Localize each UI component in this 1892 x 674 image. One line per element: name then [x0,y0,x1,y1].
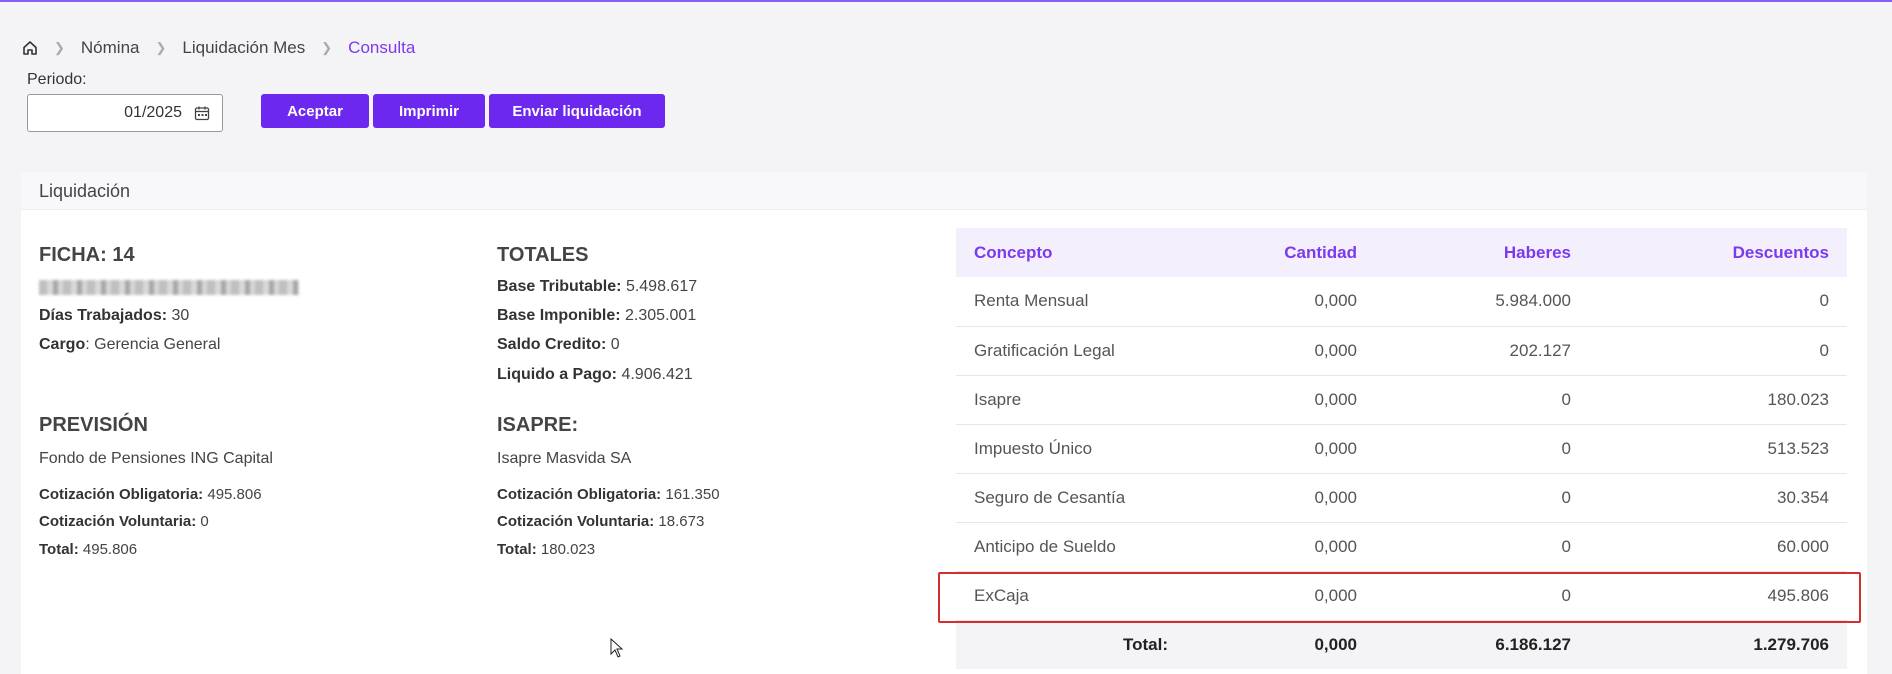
prevision-cotizacion-obligatoria: Cotización Obligatoria: 495.806 [39,486,262,503]
col-header-descuentos: Descuentos [1589,228,1847,277]
aceptar-button[interactable]: Aceptar [261,94,369,128]
dias-trabajados: Días Trabajados: 30 [39,307,190,324]
cell-descuentos: 180.023 [1589,375,1847,425]
isapre-total: Total: 180.023 [497,541,596,558]
isapre-cotizacion-obligatoria: Cotización Obligatoria: 161.350 [497,486,720,503]
col-header-cantidad: Cantidad [1186,228,1375,277]
table-total-row: Total: 0,000 6.186.127 1.279.706 [956,620,1847,669]
cell-descuentos: 0 [1589,277,1847,327]
home-icon[interactable] [22,40,38,56]
total-descuentos: 1.279.706 [1589,620,1847,669]
ficha-title: FICHA: 14 [39,244,135,266]
liquidacion-table: Concepto Cantidad Haberes Descuentos Ren… [956,228,1847,669]
col-header-haberes: Haberes [1375,228,1589,277]
mouse-cursor-icon [610,638,624,658]
base-tributable: Base Tributable: 5.498.617 [497,278,698,295]
isapre-cotizacion-voluntaria: Cotización Voluntaria: 18.673 [497,513,705,530]
cell-cantidad: 0,000 [1186,277,1375,327]
liquidacion-card: Liquidación FICHA: 14 Días Trabajados: 3… [21,172,1867,674]
periodo-input[interactable]: 01/2025 [27,94,223,132]
cell-haberes: 0 [1375,522,1589,572]
total-cantidad: 0,000 [1186,620,1375,669]
prevision-title: PREVISIÓN [39,414,148,436]
cell-descuentos: 60.000 [1589,522,1847,572]
cell-cantidad: 0,000 [1186,326,1375,376]
cell-concepto: Renta Mensual [956,277,1186,327]
isapre-name: Isapre Masvida SA [497,450,632,467]
prevision-total: Total: 495.806 [39,541,138,558]
cell-haberes: 0 [1375,375,1589,425]
breadcrumb: ❯ Nómina ❯ Liquidación Mes ❯ Consulta [22,38,415,58]
cargo: Cargo: Gerencia General [39,336,221,353]
breadcrumb-item-liquidacion-mes[interactable]: Liquidación Mes [182,38,305,58]
table-row: Seguro de Cesantía 0,000 0 30.354 [956,473,1847,523]
chevron-right-icon: ❯ [321,40,333,55]
totales-title: TOTALES [497,244,589,266]
periodo-label: Periodo: [27,71,87,88]
isapre-title: ISAPRE: [497,414,579,436]
cell-haberes: 0 [1375,473,1589,523]
table-row: Renta Mensual 0,000 5.984.000 0 [956,277,1847,327]
cell-haberes: 5.984.000 [1375,277,1589,327]
cell-descuentos: 513.523 [1589,424,1847,474]
cell-cantidad: 0,000 [1186,522,1375,572]
cell-descuentos: 30.354 [1589,473,1847,523]
card-title: Liquidación [21,172,1867,210]
enviar-liquidacion-button[interactable]: Enviar liquidación [489,94,665,128]
table-header-row: Concepto Cantidad Haberes Descuentos [956,228,1847,277]
cell-concepto: Gratificación Legal [956,326,1186,376]
periodo-value: 01/2025 [124,104,182,121]
col-header-concepto: Concepto [956,228,1186,277]
chevron-right-icon: ❯ [155,40,167,55]
table-row: Impuesto Único 0,000 0 513.523 [956,424,1847,474]
cell-cantidad: 0,000 [1186,424,1375,474]
breadcrumb-item-nomina[interactable]: Nómina [81,38,140,58]
cell-descuentos: 495.806 [1589,571,1847,621]
breadcrumb-current: Consulta [348,38,416,57]
table-row-excaja: ExCaja 0,000 0 495.806 [956,571,1847,621]
cell-concepto: Isapre [956,375,1186,425]
liquido-a-pago: Liquido a Pago: 4.906.421 [497,366,693,383]
prevision-name: Fondo de Pensiones ING Capital [39,450,273,467]
table-row: Gratificación Legal 0,000 202.127 0 [956,326,1847,376]
total-label: Total: [956,620,1186,669]
cell-concepto: Seguro de Cesantía [956,473,1186,523]
chevron-right-icon: ❯ [54,40,65,55]
cell-cantidad: 0,000 [1186,375,1375,425]
saldo-credito: Saldo Credito: 0 [497,336,620,353]
cell-concepto: Impuesto Único [956,424,1186,474]
calendar-icon[interactable] [194,105,210,121]
cell-descuentos: 0 [1589,326,1847,376]
prevision-cotizacion-voluntaria: Cotización Voluntaria: 0 [39,513,209,530]
cell-haberes: 0 [1375,571,1589,621]
cell-cantidad: 0,000 [1186,571,1375,621]
cell-concepto: ExCaja [956,571,1186,621]
base-imponible: Base Imponible: 2.305.001 [497,307,697,324]
total-haberes: 6.186.127 [1375,620,1589,669]
table-row: Anticipo de Sueldo 0,000 0 60.000 [956,522,1847,572]
cell-haberes: 0 [1375,424,1589,474]
imprimir-button[interactable]: Imprimir [373,94,485,128]
table-row: Isapre 0,000 0 180.023 [956,375,1847,425]
employee-name-redacted [39,280,299,295]
cell-concepto: Anticipo de Sueldo [956,522,1186,572]
cell-haberes: 202.127 [1375,326,1589,376]
cell-cantidad: 0,000 [1186,473,1375,523]
